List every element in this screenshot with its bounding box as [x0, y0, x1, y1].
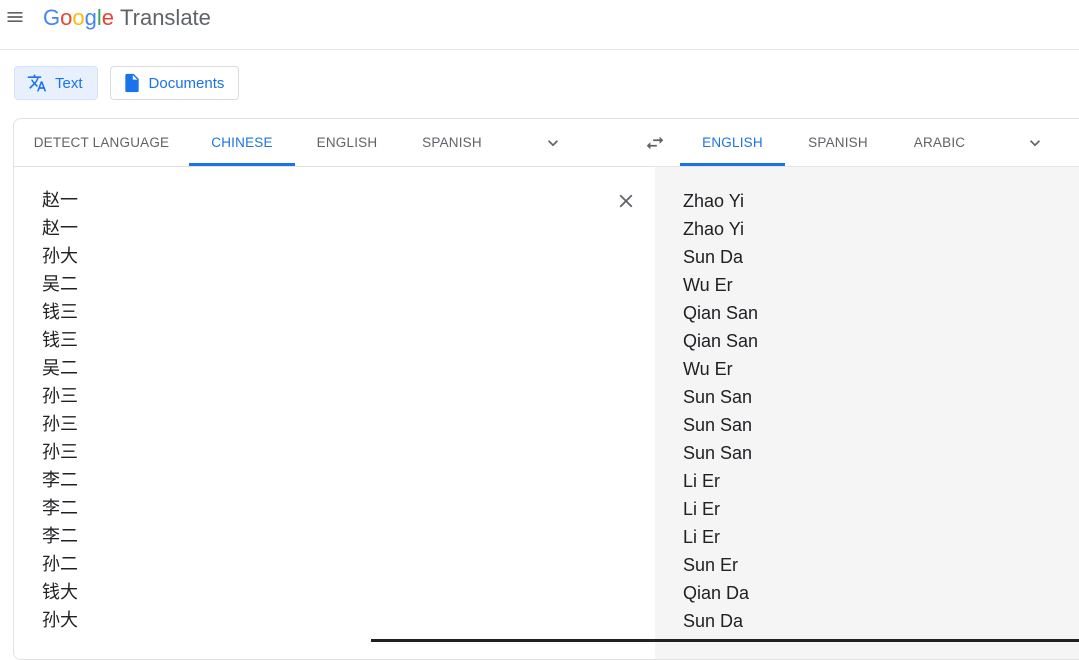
google-wordmark: Google [43, 4, 114, 32]
translate-icon [27, 74, 47, 92]
translated-line: Qian Da [683, 583, 750, 603]
translation-output-area: Zhao Yi Zhao Yi Sun Da Wu Er Qian San Qian Sa… [655, 167, 1079, 659]
swap-arrows-icon [646, 136, 664, 150]
translated-line: Wu Er [683, 359, 733, 379]
documents-mode-label: Documents [148, 74, 225, 92]
source-tab-detect-language[interactable]: DETECT LANGUAGE [14, 119, 189, 166]
translated-line: Sun San [683, 387, 753, 407]
translated-line: Zhao Yi [683, 219, 745, 239]
source-line: 孙二 [42, 554, 78, 575]
swap-languages-button[interactable] [643, 131, 667, 155]
hamburger-menu-icon [7, 12, 23, 22]
source-line: 孙大 [42, 610, 78, 631]
source-line: 吴二 [42, 358, 78, 379]
source-text-area[interactable]: 赵一 赵一 孙大 吴二 钱三 钱三 吴二 孙三 孙三 孙三 李二 李二 李二 孙二 钱大 孙大 [14, 167, 655, 659]
source-tab-spanish[interactable]: SPANISH [399, 119, 505, 166]
translated-line: Sun San [683, 443, 753, 463]
main-menu-button[interactable] [4, 6, 26, 28]
text-mode-label: Text [55, 74, 83, 92]
source-line: 孙三 [42, 442, 78, 463]
source-line: 钱三 [42, 302, 78, 323]
language-bar: DETECT LANGUAGE CHINESE ENGLISH SPANISH … [14, 119, 1079, 167]
target-tab-english[interactable]: ENGLISH [680, 119, 785, 166]
source-line: 孙大 [42, 246, 78, 267]
source-line: 孙三 [42, 414, 78, 435]
logo-letter: o [60, 5, 73, 30]
chevron-down-icon [1030, 140, 1040, 147]
source-line: 赵一 [42, 190, 78, 211]
translated-line: Zhao Yi [683, 191, 745, 211]
translated-text-lines: Zhao Yi Zhao Yi Sun Da Wu Er Qian San Qian Sa… [683, 187, 758, 635]
translated-line: Li Er [683, 527, 721, 547]
source-line: 钱三 [42, 330, 78, 351]
text-mode-button[interactable]: Text [14, 66, 98, 100]
more-source-languages-button[interactable] [541, 131, 565, 155]
translated-line: Sun Da [683, 611, 744, 631]
translated-line: Qian San [683, 303, 759, 323]
source-line: 赵一 [42, 218, 78, 239]
logo-letter: g [84, 5, 97, 30]
logo-letter: G [43, 5, 61, 30]
source-line: 李二 [42, 498, 78, 519]
source-tab-chinese[interactable]: CHINESE [189, 119, 295, 166]
source-text-lines: 赵一 赵一 孙大 吴二 钱三 钱三 吴二 孙三 孙三 孙三 李二 李二 李二 孙二 钱大 孙大 [42, 187, 78, 635]
product-name: Translate [120, 5, 211, 30]
source-line: 李二 [42, 526, 78, 547]
translator-card: DETECT LANGUAGE CHINESE ENGLISH SPANISH … [13, 118, 1079, 660]
clear-source-text-button[interactable] [614, 189, 638, 213]
target-tab-spanish[interactable]: SPANISH [785, 119, 891, 166]
translated-line: Wu Er [683, 275, 733, 295]
translated-line: Li Er [683, 471, 721, 491]
translated-line: Sun Da [683, 247, 744, 267]
translated-line: Li Er [683, 499, 721, 519]
more-target-languages-button[interactable] [1023, 131, 1047, 155]
mode-selector: Text Documents [14, 66, 240, 100]
chevron-down-icon [548, 140, 558, 147]
source-line: 孙三 [42, 386, 78, 407]
close-icon [619, 194, 633, 208]
translated-line: Qian San [683, 331, 759, 351]
source-tab-english[interactable]: ENGLISH [295, 119, 399, 166]
logo-letter: o [72, 5, 85, 30]
documents-mode-button[interactable]: Documents [109, 66, 240, 100]
google-translate-logo[interactable]: Google Translate [43, 4, 211, 32]
source-line: 钱大 [42, 582, 78, 603]
target-tab-arabic[interactable]: ARABIC [891, 119, 988, 166]
document-icon [124, 73, 139, 93]
translated-line: Sun San [683, 415, 753, 435]
logo-letter: e [101, 5, 115, 30]
app-header: Google Translate [0, 0, 1079, 50]
source-line: 吴二 [42, 274, 78, 295]
source-line: 李二 [42, 470, 78, 491]
translated-line: Sun Er [683, 555, 739, 575]
